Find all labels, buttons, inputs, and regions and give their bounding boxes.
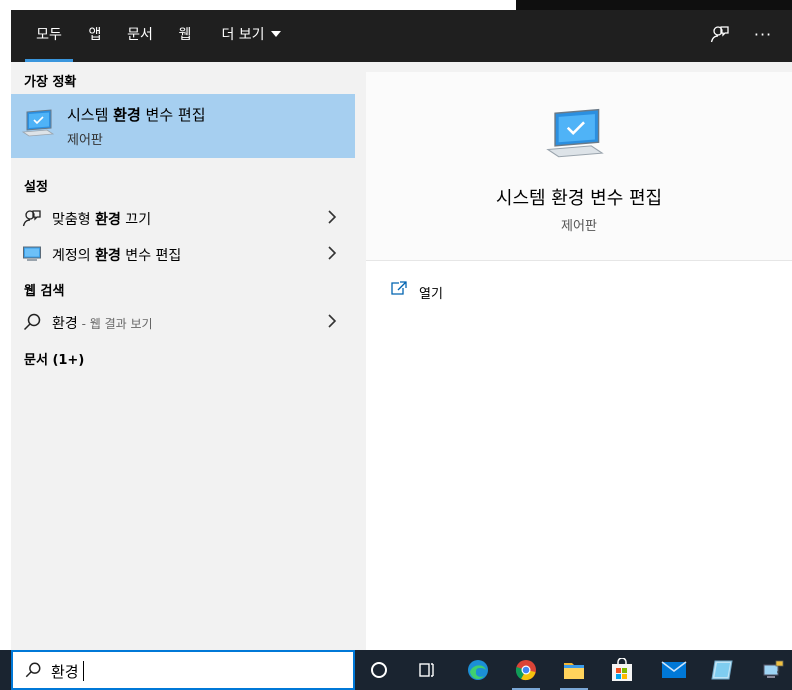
label-bold: 환경 <box>95 248 121 264</box>
tab-more-label: 더 보기 <box>221 27 265 43</box>
background-window-strip <box>516 0 792 10</box>
section-settings: 설정 <box>24 180 48 195</box>
settings-item-label: 맞춤형 환경 끄기 <box>52 209 151 229</box>
label-post: 변수 편집 <box>120 248 182 264</box>
best-match-item[interactable]: 시스템 환경 변수 편집 제어판 <box>11 94 355 158</box>
search-tab-bar: 모두 앱 문서 웹 더 보기 ··· <box>11 10 792 62</box>
open-action[interactable]: 열기 <box>419 283 443 302</box>
settings-item-personalized-env-off[interactable]: 맞춤형 환경 끄기 <box>11 200 355 236</box>
search-icon <box>25 662 41 678</box>
taskbar-app-edge[interactable] <box>460 650 496 690</box>
label-pre: 계정의 <box>52 248 96 264</box>
mail-icon <box>661 661 687 678</box>
settings-item-label: 계정의 환경 변수 편집 <box>52 245 181 265</box>
tab-more[interactable]: 더 보기 <box>211 10 291 62</box>
open-external-icon <box>391 281 407 295</box>
settings-item-account-env-vars[interactable]: 계정의 환경 변수 편집 <box>11 236 355 272</box>
chevron-right-icon <box>328 314 337 328</box>
label-post: 끄기 <box>120 212 152 228</box>
tab-apps-label: 앱 <box>88 27 102 43</box>
monitor-icon <box>23 246 41 261</box>
tablet-icon <box>711 660 733 680</box>
taskbar-app-chrome[interactable] <box>508 650 544 690</box>
taskbar-app-store[interactable] <box>604 650 640 690</box>
folder-icon <box>564 663 584 679</box>
preview-pane: 시스템 환경 변수 편집 제어판 열기 <box>366 72 792 660</box>
task-view-button[interactable] <box>410 650 444 690</box>
label-bold: 환경 <box>95 212 121 228</box>
taskbar-app-file-explorer[interactable] <box>556 650 592 690</box>
search-query-field[interactable]: 환경 <box>51 661 84 682</box>
desktop-background <box>0 0 11 650</box>
preview-header: 시스템 환경 변수 편집 제어판 <box>366 72 792 260</box>
chevron-right-icon <box>328 246 337 260</box>
tab-documents-label: 문서 <box>127 27 153 43</box>
section-web-search: 웹 검색 <box>24 284 65 299</box>
feedback-person-icon <box>22 210 41 227</box>
section-best-match: 가장 정확 <box>24 75 77 90</box>
tab-all[interactable]: 모두 <box>25 10 73 62</box>
search-query-text: 환경 <box>51 663 79 681</box>
chevron-right-icon <box>328 210 337 224</box>
best-match-title-bold: 환경 <box>113 106 141 124</box>
tab-apps[interactable]: 앱 <box>83 10 107 62</box>
taskbar-app-mail[interactable] <box>656 650 692 690</box>
network-computer-icon <box>763 660 784 678</box>
best-match-title-pre: 시스템 <box>67 106 114 124</box>
best-match-title: 시스템 환경 변수 편집 <box>67 104 206 125</box>
search-icon <box>23 313 41 331</box>
task-view-icon <box>419 663 434 677</box>
cortana-circle-icon <box>371 662 387 678</box>
web-search-query: 환경 <box>52 316 78 332</box>
taskbar-app-remote-desktop[interactable] <box>704 650 740 690</box>
system-properties-icon <box>21 109 55 137</box>
more-options-icon[interactable]: ··· <box>751 24 775 48</box>
store-icon <box>612 658 632 681</box>
system-properties-icon <box>546 108 604 158</box>
feedback-icon[interactable] <box>708 24 732 48</box>
best-match-subtitle: 제어판 <box>67 133 103 148</box>
preview-divider <box>366 260 792 261</box>
section-documents[interactable]: 문서 (1+) <box>24 349 84 368</box>
web-search-label: 환경 - 웹 결과 보기 <box>52 313 153 333</box>
tab-documents[interactable]: 문서 <box>121 10 159 62</box>
preview-subtitle: 제어판 <box>561 219 597 234</box>
dropdown-caret-icon <box>270 31 281 37</box>
taskbar-app-network[interactable] <box>756 650 792 690</box>
tab-web-label: 웹 <box>178 27 192 43</box>
tab-all-label: 모두 <box>36 27 62 43</box>
web-search-item[interactable]: 환경 - 웹 결과 보기 <box>11 304 355 340</box>
tab-web[interactable]: 웹 <box>173 10 197 62</box>
chrome-icon <box>515 660 536 681</box>
cortana-button[interactable] <box>362 650 396 690</box>
taskbar-search-box[interactable]: 환경 <box>11 650 355 690</box>
edge-icon <box>468 660 488 680</box>
search-flyout: 모두 앱 문서 웹 더 보기 ··· 가장 정확 시스템 환경 변수 편집 제어… <box>11 10 792 660</box>
best-match-title-post: 변수 편집 <box>140 106 206 124</box>
preview-title: 시스템 환경 변수 편집 <box>495 188 663 209</box>
web-search-hint: - 웹 결과 보기 <box>77 317 153 331</box>
label-pre: 맞춤형 <box>52 212 96 228</box>
text-cursor <box>82 661 84 681</box>
results-pane: 가장 정확 시스템 환경 변수 편집 제어판 설정 맞춤형 환경 끄기 계정의 … <box>11 62 355 650</box>
